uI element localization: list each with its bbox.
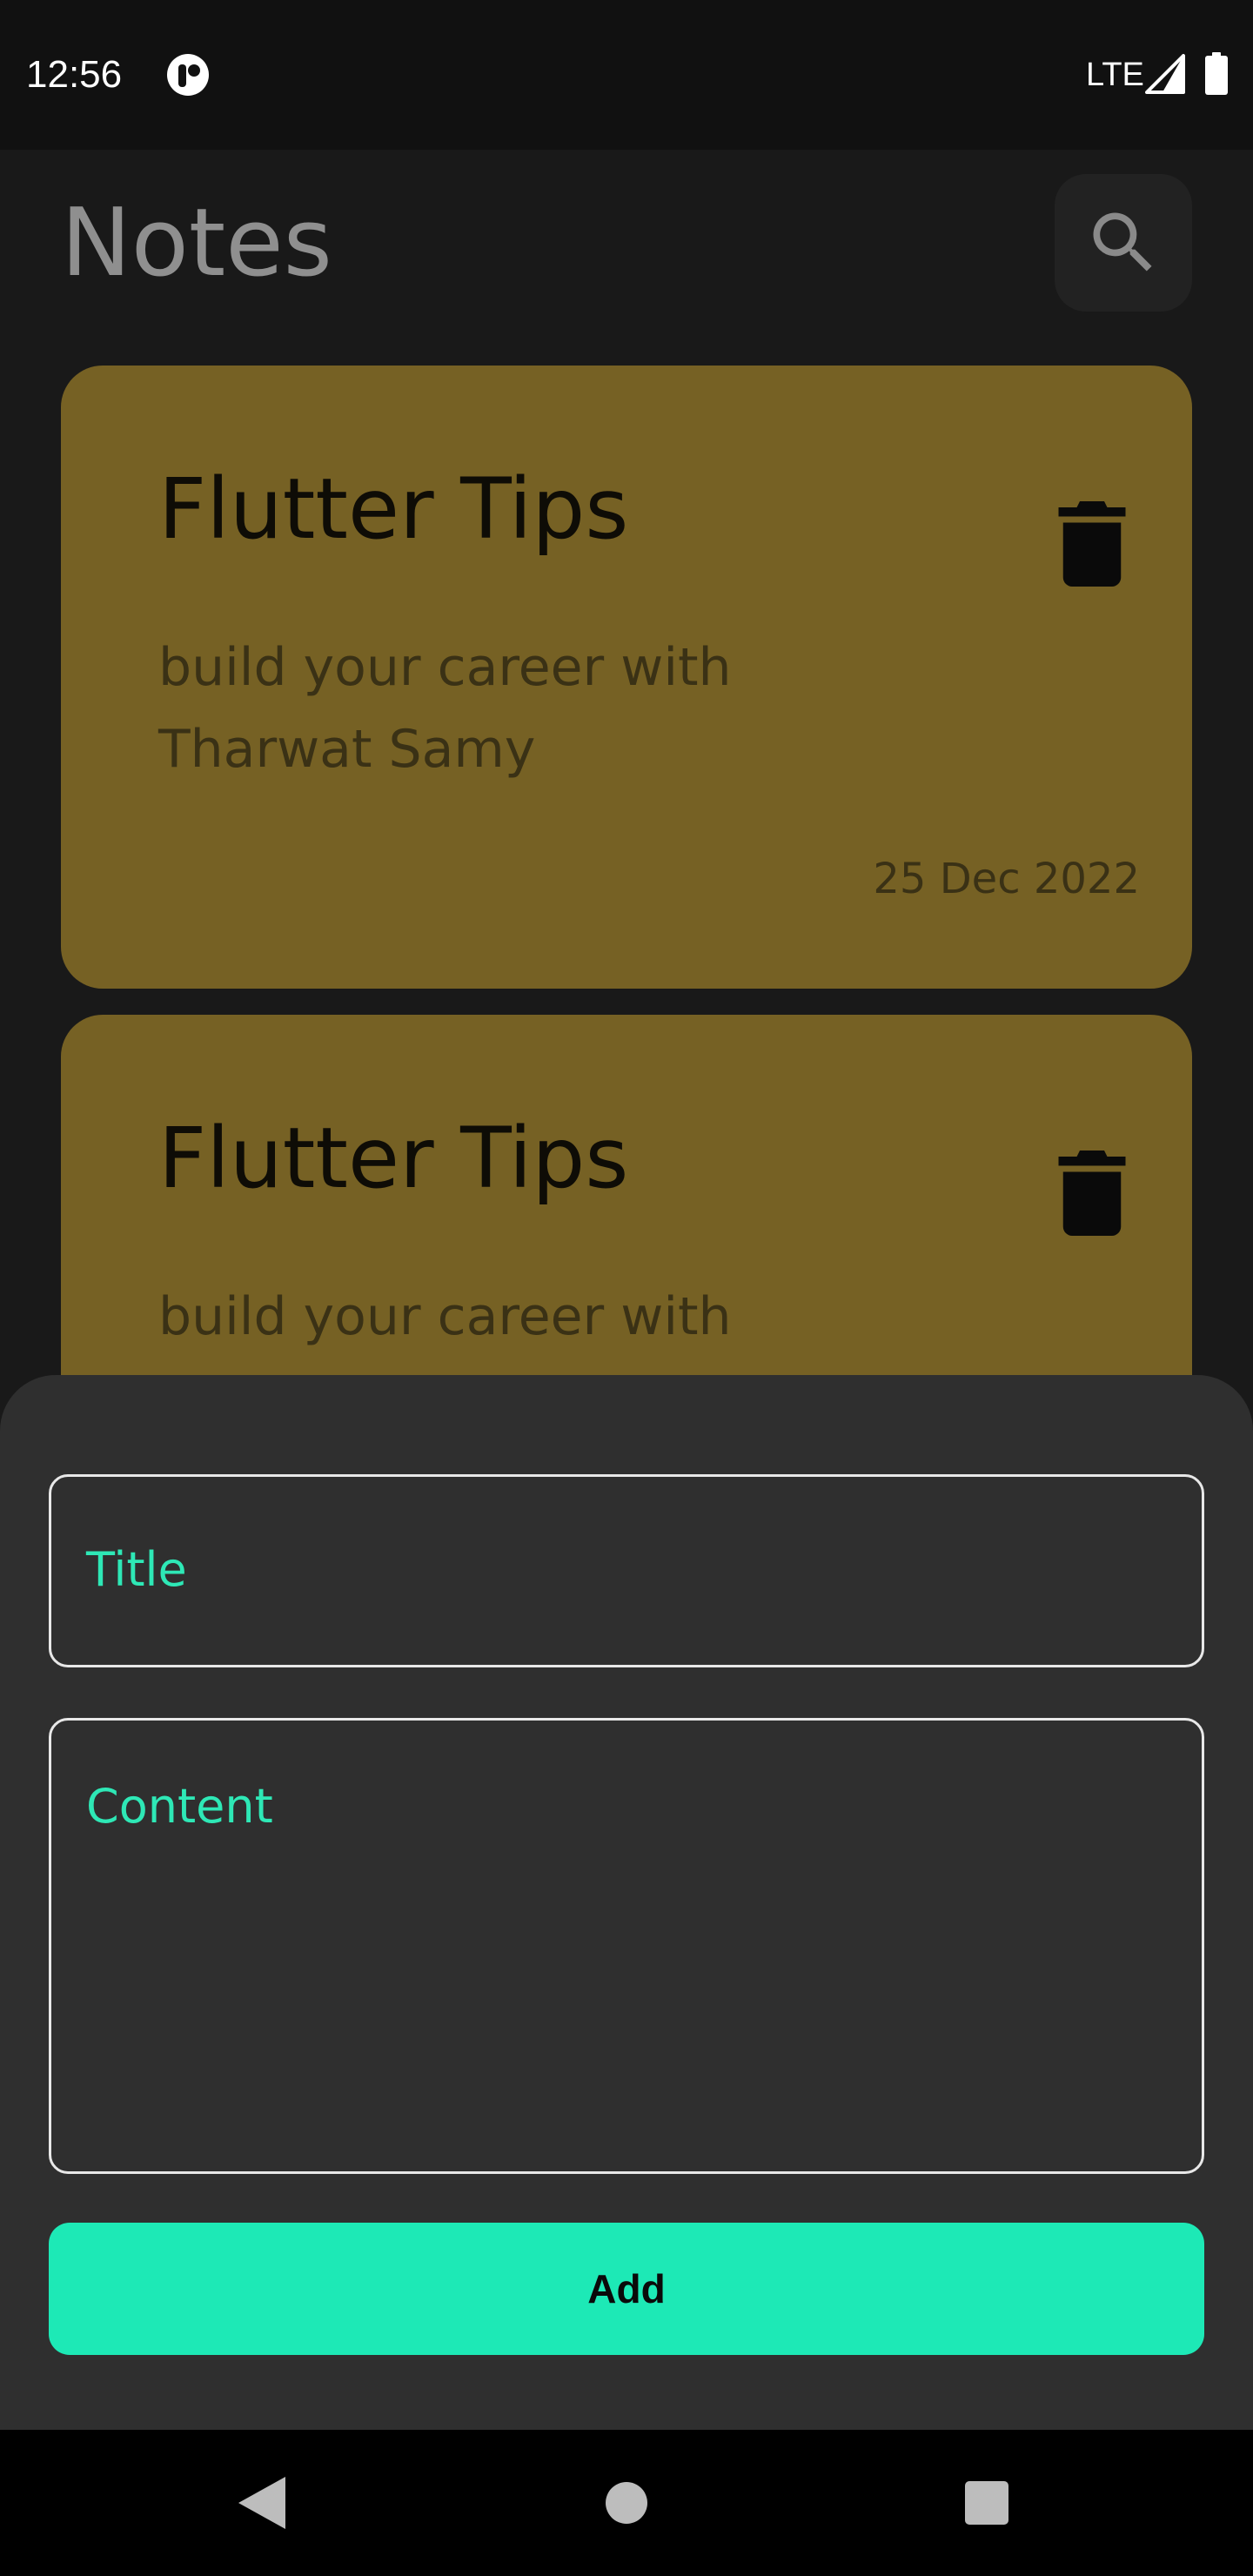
note-content: build your career with Tharwat Samy [158, 637, 732, 780]
delete-note-button[interactable] [1053, 1145, 1131, 1241]
home-icon[interactable] [604, 2480, 649, 2526]
delete-note-button[interactable] [1053, 496, 1131, 592]
battery-icon [1205, 52, 1228, 95]
status-bar: 12:56 LTE [0, 0, 1253, 150]
trash-icon [1058, 501, 1126, 587]
navigation-bar [0, 2430, 1253, 2576]
recents-icon[interactable] [964, 2480, 1009, 2526]
page-title: Notes [61, 189, 332, 298]
network-type: LTE [1086, 57, 1144, 93]
app-notification-icon [167, 54, 209, 96]
content-placeholder: Content [86, 1779, 273, 1834]
signal-icon [1145, 54, 1185, 94]
title-field[interactable]: Title [49, 1474, 1204, 1667]
note-title: Flutter Tips [158, 460, 629, 558]
note-title: Flutter Tips [158, 1110, 629, 1207]
add-button[interactable]: Add [49, 2223, 1204, 2355]
notes-screen: 12:56 LTE Notes Flutter Tips build your … [0, 0, 1253, 2576]
note-card[interactable]: Flutter Tips build your career with Thar… [61, 366, 1192, 989]
trash-icon [1058, 1150, 1126, 1236]
search-button[interactable] [1055, 174, 1192, 312]
add-note-sheet: Title Content Add [0, 1375, 1253, 2430]
search-icon [1093, 212, 1152, 272]
note-date: 25 Dec 2022 [873, 855, 1140, 903]
back-icon[interactable] [235, 2475, 287, 2531]
title-placeholder: Title [86, 1542, 187, 1597]
note-content: build your career with [158, 1286, 732, 1347]
content-field[interactable]: Content [49, 1718, 1204, 2174]
status-time: 12:56 [26, 53, 123, 96]
